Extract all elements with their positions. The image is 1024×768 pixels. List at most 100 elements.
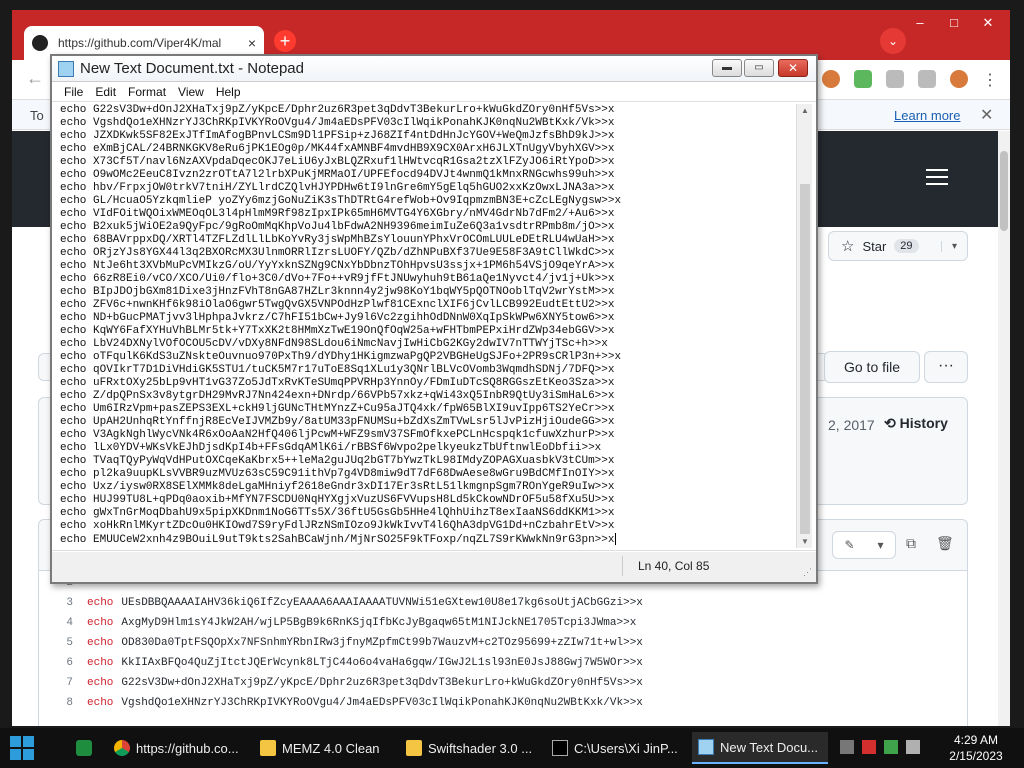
text-caret: [614, 533, 616, 545]
notepad-line: echo VgshdQo1eXHNzrYJ3ChRKpIVKYRoOVgu4/J…: [60, 117, 615, 129]
star-count: 29: [894, 239, 919, 253]
taskbar-app-label: New Text Docu...: [720, 739, 819, 755]
history-icon: ⟲: [884, 415, 896, 431]
overflow-icon[interactable]: [840, 740, 854, 754]
scroll-up-icon[interactable]: ▲: [801, 106, 809, 115]
avatar-icon[interactable]: [822, 70, 840, 88]
more-options-button[interactable]: ···: [924, 351, 968, 383]
page-scroll-thumb[interactable]: [1000, 151, 1008, 231]
taskbar-app-chrome[interactable]: https://github.co...: [108, 732, 244, 764]
start-pane-1: [10, 736, 21, 747]
line-number[interactable]: 7: [39, 673, 87, 693]
taskbar-app-cmd[interactable]: C:\Users\Xi JinP...: [546, 732, 682, 764]
hamburger-menu-icon[interactable]: [926, 169, 948, 185]
notepad-titlebar[interactable]: New Text Document.txt - Notepad ▬ ▭ ✕: [52, 56, 816, 82]
taskbar-app-notepad[interactable]: New Text Docu...: [692, 732, 828, 764]
notepad-close-button[interactable]: ✕: [778, 59, 808, 77]
new-tab-button[interactable]: +: [274, 30, 296, 52]
browser-maximize-button[interactable]: □: [942, 14, 966, 32]
menu-view[interactable]: View: [178, 85, 204, 99]
taskbar-app-memz[interactable]: MEMZ 4.0 Clean: [254, 732, 390, 764]
code-keyword: echo: [87, 697, 114, 709]
windows-start-icon[interactable]: [10, 736, 34, 760]
history-link[interactable]: ⟲ History: [884, 415, 948, 432]
notepad-menubar: File Edit Format View Help: [52, 82, 816, 102]
line-number[interactable]: 8: [39, 693, 87, 713]
chevron-down-icon: ▾: [877, 538, 884, 552]
desktop: https://github.com/Viper4K/mal × + ⌄ – □…: [0, 0, 1024, 768]
code-text: OD830Da0TptFSQOpXx7NFSnhmYRbnIRw3jfnyMZp…: [121, 637, 643, 649]
notepad-line: echo eXmBjCAL/24BRNKGKV8eRu6jPK1EOg0p/MK…: [60, 143, 615, 155]
notepad-icon: [58, 61, 74, 77]
line-number[interactable]: 6: [39, 653, 87, 673]
chevron-down-icon[interactable]: ⌄: [880, 28, 906, 54]
pencil-icon: ✎: [844, 538, 855, 552]
puzzle-icon[interactable]: [886, 70, 904, 88]
taskbar-app-swiftshader[interactable]: Swiftshader 3.0 ...: [400, 732, 536, 764]
volume-icon[interactable]: [906, 740, 920, 754]
sidebar-icon[interactable]: [918, 70, 936, 88]
notepad-line: echo UpAH2UnhqRtYnffnjR8EcVeIJVMZb9y/8at…: [60, 416, 615, 428]
code-keyword: echo: [87, 677, 114, 689]
copy-icon[interactable]: ⧉: [906, 535, 916, 552]
status-divider: [622, 556, 623, 576]
notepad-line: echo JZXDKwk5SF82ExJTfImAfogBPnvLCSm9Dl1…: [60, 130, 615, 142]
notepad-line: echo 68BAVrppxDQ/XRTl4TZFLZdlLlLbKoYvRy3…: [60, 234, 615, 246]
page-scrollbar[interactable]: [998, 131, 1010, 726]
resize-grip-icon[interactable]: ⋰: [803, 567, 812, 578]
menu-help[interactable]: Help: [216, 85, 241, 99]
network-icon[interactable]: [884, 740, 898, 754]
notepad-line: echo Z/dpQPnSx3v8ytgrDH29MvRJ7Nn424exn+D…: [60, 390, 615, 402]
line-number[interactable]: 3: [39, 593, 87, 613]
browser-menu-icon[interactable]: ⋮: [982, 70, 998, 90]
notepad-line: echo X73Cf5T/navl6NzAXVpdaDqecOKJ7eLiU6y…: [60, 156, 615, 168]
browser-minimize-button[interactable]: –: [908, 14, 932, 32]
taskbar-app-label: Swiftshader 3.0 ...: [428, 740, 533, 756]
notepad-line: echo GL/HcuaO5YzkqmlieP yoZYy6mzjGoNuZiK…: [60, 195, 622, 207]
chrome-icon: [114, 740, 130, 756]
notepad-line: echo NtJe6ht3XVbMuPcVMIkzG/oU/YyYxknSZNg…: [60, 260, 615, 272]
line-number[interactable]: 5: [39, 633, 87, 653]
learn-more-link[interactable]: Learn more: [894, 108, 960, 123]
trash-icon[interactable]: 🗑: [936, 535, 954, 552]
clock-time: 4:29 AM: [953, 733, 999, 747]
notepad-text-area[interactable]: echo G22sV3Dw+dOnJ2XHaTxj9pZ/yKpcE/Dphr2…: [56, 104, 796, 548]
notepad-line: echo ORjzYJs8YGX44l3q2BXORcMX3UlnmORRlIz…: [60, 247, 615, 259]
notepad-line: echo Um6IRzVpm+pasZEPS3EXL+ckH9ljGUNcTHt…: [60, 403, 615, 415]
profile-icon[interactable]: [950, 70, 968, 88]
cursor-position: Ln 40, Col 85: [638, 559, 710, 573]
tab-close-button[interactable]: ×: [248, 35, 256, 51]
notepad-line: echo O9wOMc2EeuC8Ivzn2zrOTtA7l2lrbXPuKjM…: [60, 169, 615, 181]
notepad-line: echo B2xuk5jWiOE2a9QyFpc/9gRoOmMqKhpVoJu…: [60, 221, 615, 233]
notepad-window: New Text Document.txt - Notepad ▬ ▭ ✕ Fi…: [50, 54, 818, 584]
chevron-down-icon[interactable]: ▾: [940, 240, 957, 252]
star-button[interactable]: ☆ Star 29 ▾: [828, 231, 968, 261]
code-text: G22sV3Dw+dOnJ2XHaTxj9pZ/yKpcE/Dphr2uz6R3…: [121, 677, 643, 689]
browser-close-button[interactable]: ✕: [976, 14, 1000, 32]
line-number[interactable]: 4: [39, 613, 87, 633]
menu-edit[interactable]: Edit: [95, 85, 116, 99]
taskbar: https://github.co... MEMZ 4.0 Clean Swif…: [0, 728, 1024, 768]
commit-date: 2, 2017: [828, 417, 875, 433]
edit-button[interactable]: ✎ ▾: [832, 531, 896, 559]
flag-icon[interactable]: [854, 70, 872, 88]
notepad-maximize-button[interactable]: ▭: [744, 59, 774, 77]
extension-icons: [822, 70, 968, 88]
notepad-minimize-button[interactable]: ▬: [712, 59, 742, 77]
code-row: 7 echo G22sV3Dw+dOnJ2XHaTxj9pZ/yKpcE/Dphr2…: [39, 673, 969, 693]
menu-file[interactable]: File: [64, 85, 83, 99]
flag-icon[interactable]: [862, 740, 876, 754]
system-tray: [840, 740, 920, 754]
code-keyword: echo: [87, 637, 114, 649]
notepad-vertical-scrollbar[interactable]: ▲ ▼: [796, 104, 812, 548]
scroll-down-icon[interactable]: ▼: [801, 537, 809, 546]
code-row: 6 echo KkIIAxBFQo4QuZjItctJQErWcynk8LTjC44…: [39, 653, 969, 673]
menu-format[interactable]: Format: [128, 85, 166, 99]
code-view: 23echoUEsDBBQAAAAIAHV36kiQ6IfZcyEAAAA6AA…: [38, 571, 968, 726]
info-bar-close-icon[interactable]: ✕: [980, 105, 993, 125]
back-icon[interactable]: ←: [26, 68, 44, 89]
go-to-file-button[interactable]: Go to file: [824, 351, 920, 383]
taskbar-clock[interactable]: 4:29 AM 2/15/2023: [936, 732, 1016, 764]
notepad-scroll-thumb[interactable]: [800, 184, 810, 534]
taskbar-sheets-app[interactable]: [70, 732, 92, 764]
